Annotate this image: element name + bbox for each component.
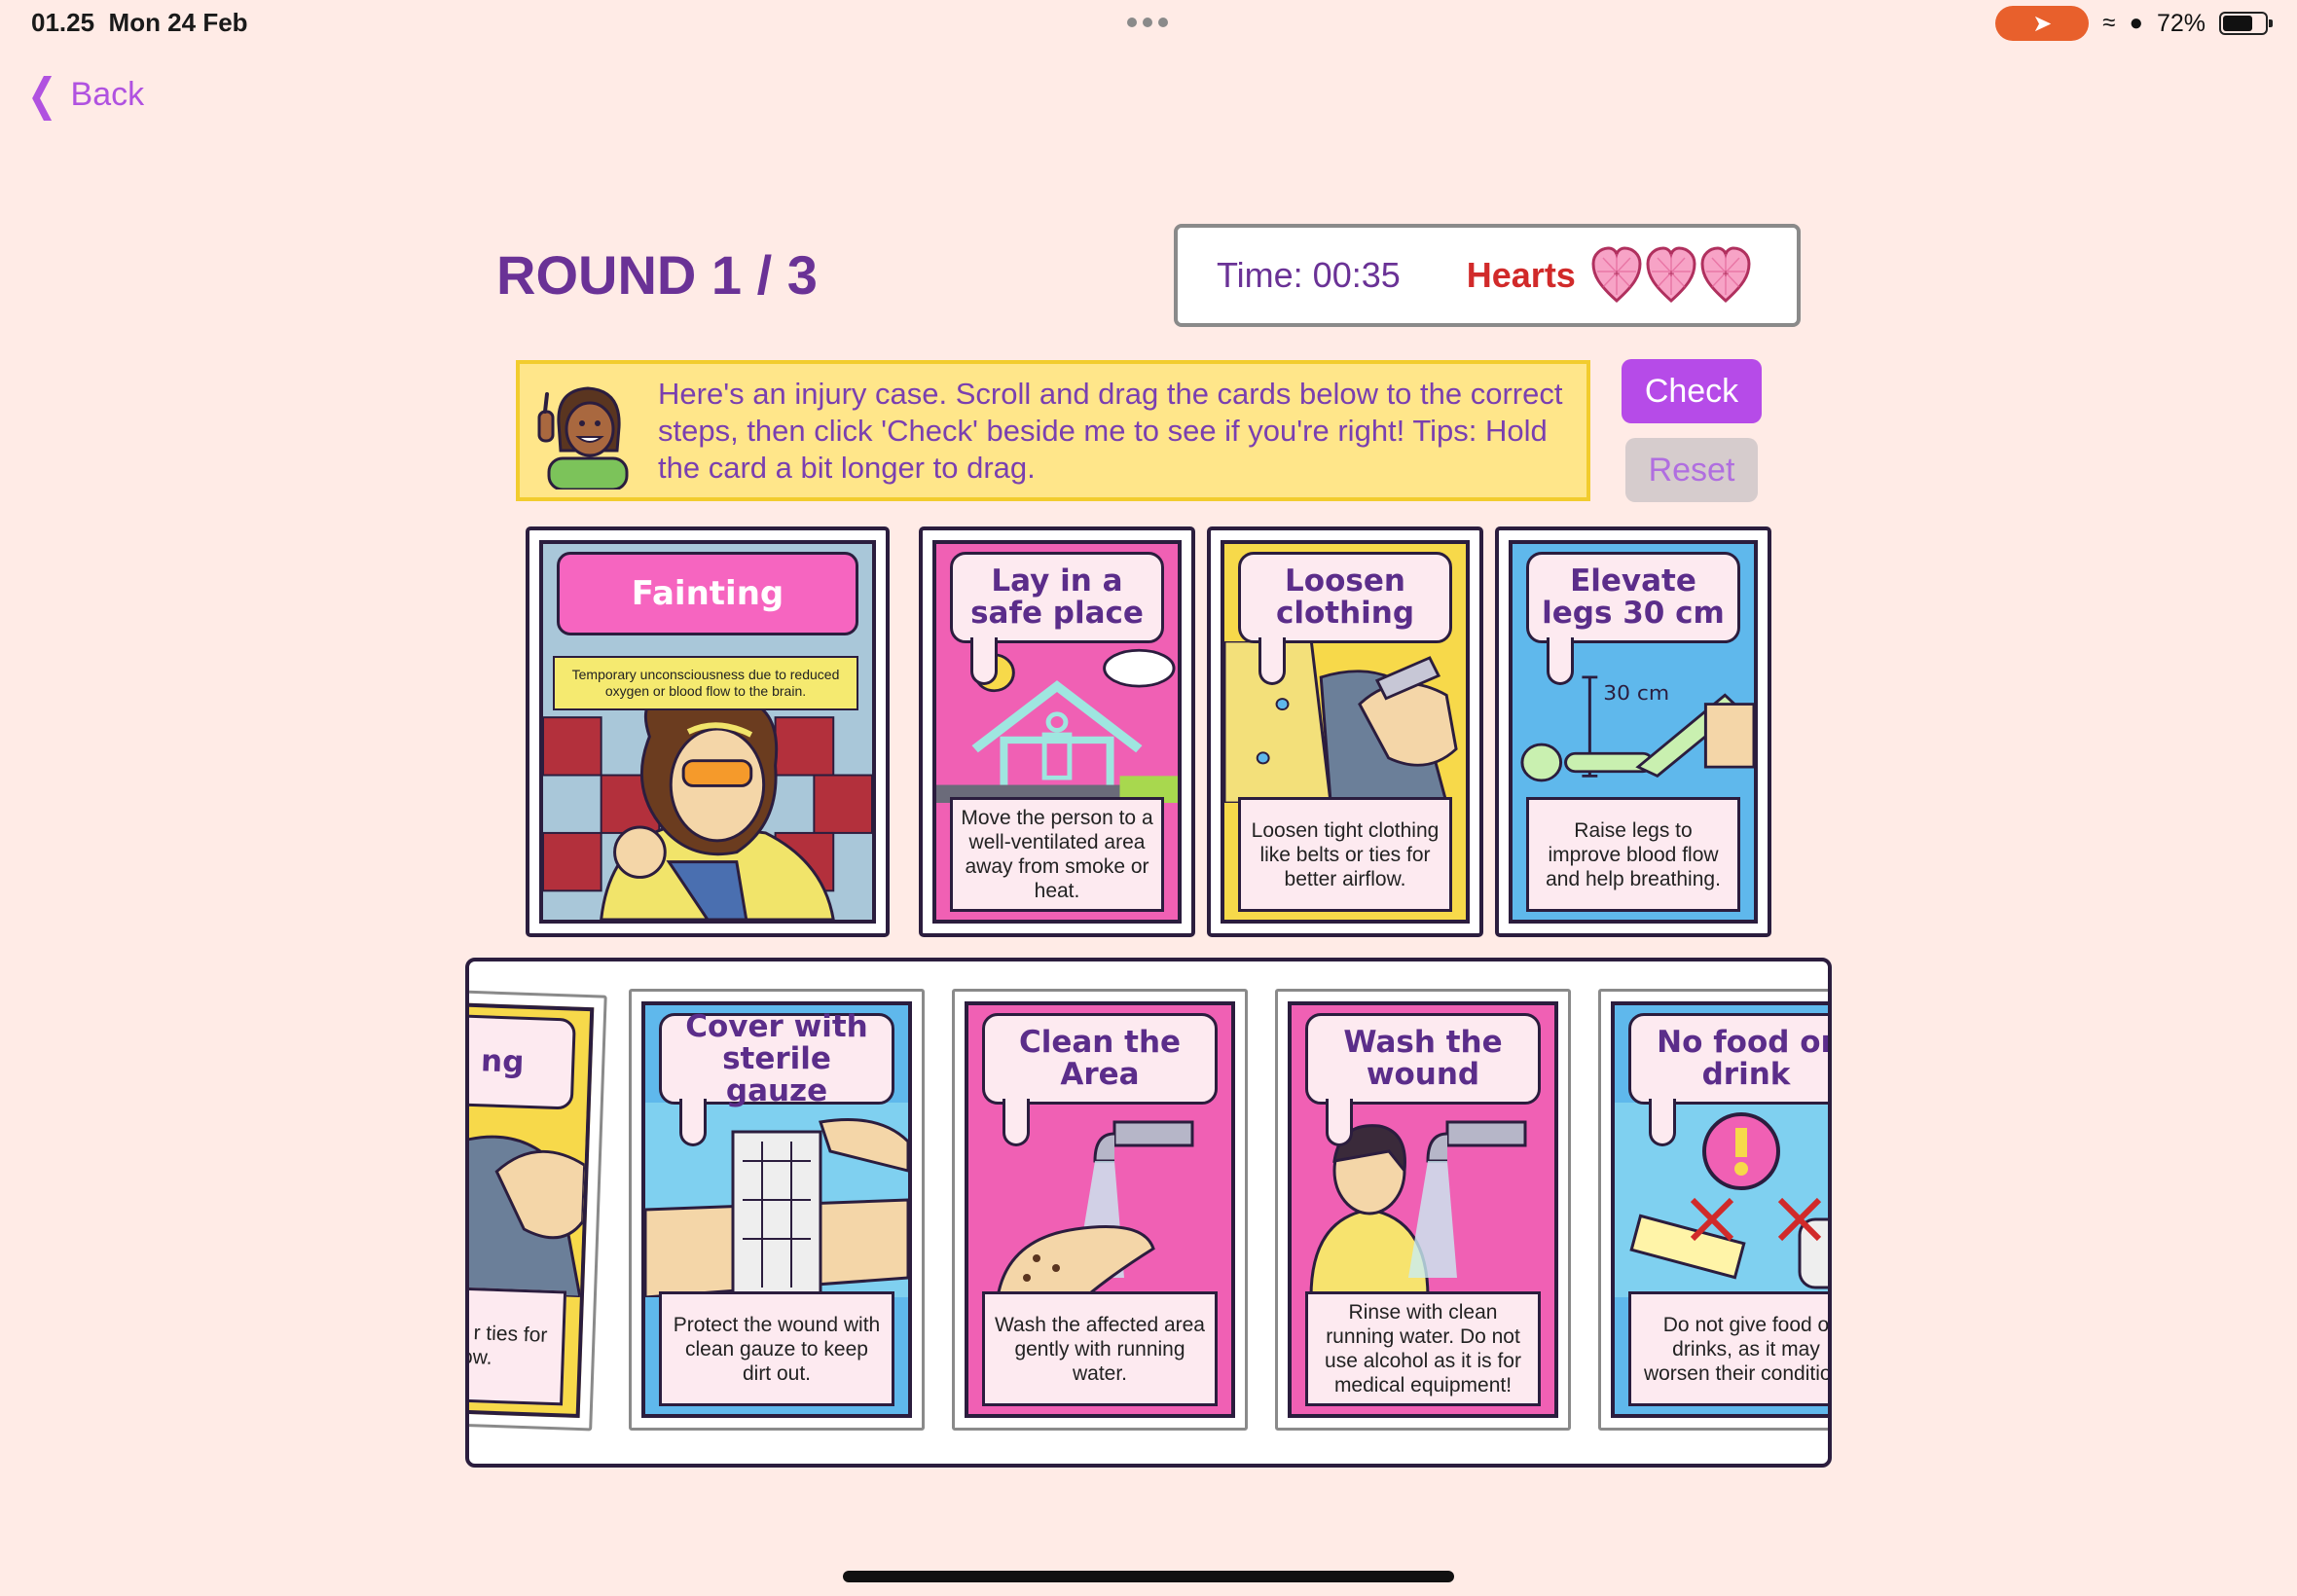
back-button[interactable]: ❮ Back [23, 72, 144, 117]
status-bar: 01.25 Mon 24 Feb ➤ ≈ ● 72% [0, 0, 2297, 49]
tray-card[interactable]: en ng t clothing r ties for irflow. [469, 998, 595, 1419]
back-label: Back [70, 75, 145, 113]
step-card-desc: Raise legs to improve blood flow and hel… [1526, 797, 1740, 912]
legs-height-label: 30 cm [1603, 681, 1669, 705]
tray-card[interactable]: Wash the wound Rinse with clean running … [1288, 1001, 1558, 1418]
tray-card[interactable]: Cover with sterile gauze Protect the wou… [641, 1001, 912, 1418]
tray-card-3[interactable]: Clean the Area Wash the affected area ge… [952, 989, 1248, 1431]
tray-card-title: en ng [469, 1011, 576, 1110]
heart-icon: + [1589, 244, 1644, 307]
wifi-icon: ≈ [2102, 10, 2116, 36]
tray-card-title: No food or drink [1628, 1013, 1828, 1146]
heart-icon: + [1698, 244, 1753, 307]
tray-card-title: Cover with sterile gauze [659, 1010, 894, 1146]
tray-card-desc: Wash the affected area gently with runni… [982, 1291, 1218, 1406]
clothing-icon [469, 1101, 587, 1299]
hearts-label: Hearts [1466, 255, 1576, 295]
tray-card-title: Clean the Area [982, 1013, 1218, 1146]
guide-avatar-icon [529, 373, 646, 490]
home-indicator[interactable] [843, 1571, 1454, 1582]
case-card-slot: Fainting Temporary unconsciousness due t… [526, 526, 890, 937]
tray-card-5[interactable]: No food or drink Do not give food o drin… [1598, 989, 1828, 1431]
card-tray[interactable]: en ng t clothing r ties for irflow. [465, 958, 1832, 1468]
tray-card-desc: Protect the wound with clean gauze to ke… [659, 1291, 894, 1406]
swift-playgrounds-icon[interactable]: ➤ [1995, 6, 2090, 41]
tray-card-desc: Rinse with clean running water. Do not u… [1305, 1291, 1541, 1406]
step-card[interactable]: 30 cm Elevate legs 30 cm Raise legs to i… [1509, 540, 1758, 924]
tray-card-title: Wash the wound [1305, 1013, 1541, 1146]
chevron-left-icon: ❮ [26, 69, 57, 120]
multitasking-dots-icon[interactable] [1127, 18, 1168, 27]
instruction-text: Here's an injury case. Scroll and drag t… [658, 376, 1563, 485]
battery-icon [2219, 12, 2273, 35]
tray-card[interactable]: No food or drink Do not give food o drin… [1611, 1001, 1828, 1418]
step-card-title: Elevate legs 30 cm [1526, 552, 1740, 685]
case-card-fainting: Fainting Temporary unconsciousness due t… [539, 540, 876, 924]
case-card-subtitle: Temporary unconsciousness due to reduced… [553, 656, 858, 710]
svg-text:+: + [1722, 267, 1729, 280]
step-card-title: Lay in a safe place [950, 552, 1164, 685]
svg-text:+: + [1667, 267, 1674, 280]
reset-button[interactable]: Reset [1625, 438, 1758, 502]
tray-card-1[interactable]: en ng t clothing r ties for irflow. [469, 986, 607, 1432]
hearts: + + + [1589, 244, 1753, 307]
tray-card-desc: Do not give food o drinks, as it may wor… [1628, 1291, 1828, 1406]
step-card-desc: Move the person to a well-ventilated are… [950, 797, 1164, 912]
step-card[interactable]: Lay in a safe place Move the person to a… [932, 540, 1182, 924]
heart-icon: + [1644, 244, 1698, 307]
step-slot-2[interactable]: Loosen clothing Loosen tight clothing li… [1207, 526, 1483, 937]
step-slot-3[interactable]: 30 cm Elevate legs 30 cm Raise legs to i… [1495, 526, 1771, 937]
tray-card-desc: t clothing r ties for irflow. [469, 1284, 567, 1406]
game-status-panel: Time: 00:35 Hearts + + + [1174, 224, 1801, 327]
status-time-date: 01.25 Mon 24 Feb [31, 8, 248, 37]
case-card-title: Fainting [557, 552, 858, 635]
person-icon: ● [2129, 10, 2143, 36]
step-card-desc: Loosen tight clothing like belts or ties… [1238, 797, 1452, 912]
battery-percentage: 72% [2156, 9, 2206, 37]
step-slot-1[interactable]: Lay in a safe place Move the person to a… [919, 526, 1195, 937]
svg-text:+: + [1613, 267, 1620, 280]
check-button[interactable]: Check [1622, 359, 1762, 423]
timer: Time: 00:35 [1217, 255, 1401, 295]
step-card-title: Loosen clothing [1238, 552, 1452, 685]
step-card[interactable]: Loosen clothing Loosen tight clothing li… [1221, 540, 1470, 924]
instruction-box: Here's an injury case. Scroll and drag t… [516, 360, 1590, 501]
no-food-icon [1615, 1103, 1828, 1297]
tray-card-4[interactable]: Wash the wound Rinse with clean running … [1275, 989, 1571, 1431]
round-title: ROUND 1 / 3 [496, 244, 818, 306]
tray-card[interactable]: Clean the Area Wash the affected area ge… [965, 1001, 1235, 1418]
tray-card-2[interactable]: Cover with sterile gauze Protect the wou… [629, 989, 925, 1431]
